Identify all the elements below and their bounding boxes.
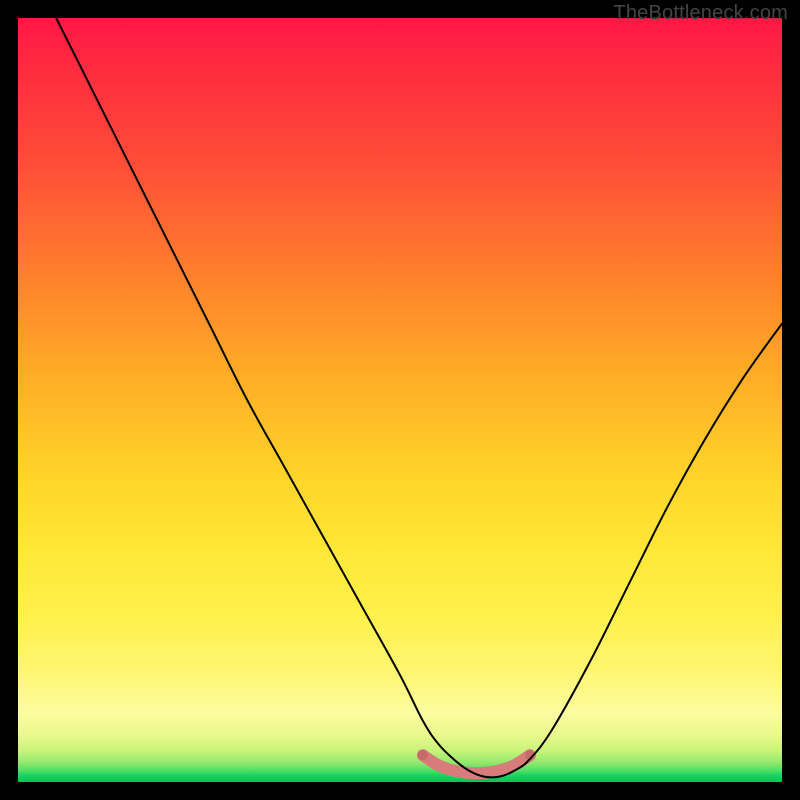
marker-band-dot [447, 765, 459, 777]
chart-frame: TheBottleneck.com [0, 0, 800, 800]
marker-band-end-dot [418, 750, 428, 760]
curve-svg [18, 18, 782, 782]
bottleneck-curve [56, 18, 782, 777]
marker-band-dot [432, 759, 444, 771]
watermark-text: TheBottleneck.com [613, 2, 788, 25]
plot-area [18, 18, 782, 782]
